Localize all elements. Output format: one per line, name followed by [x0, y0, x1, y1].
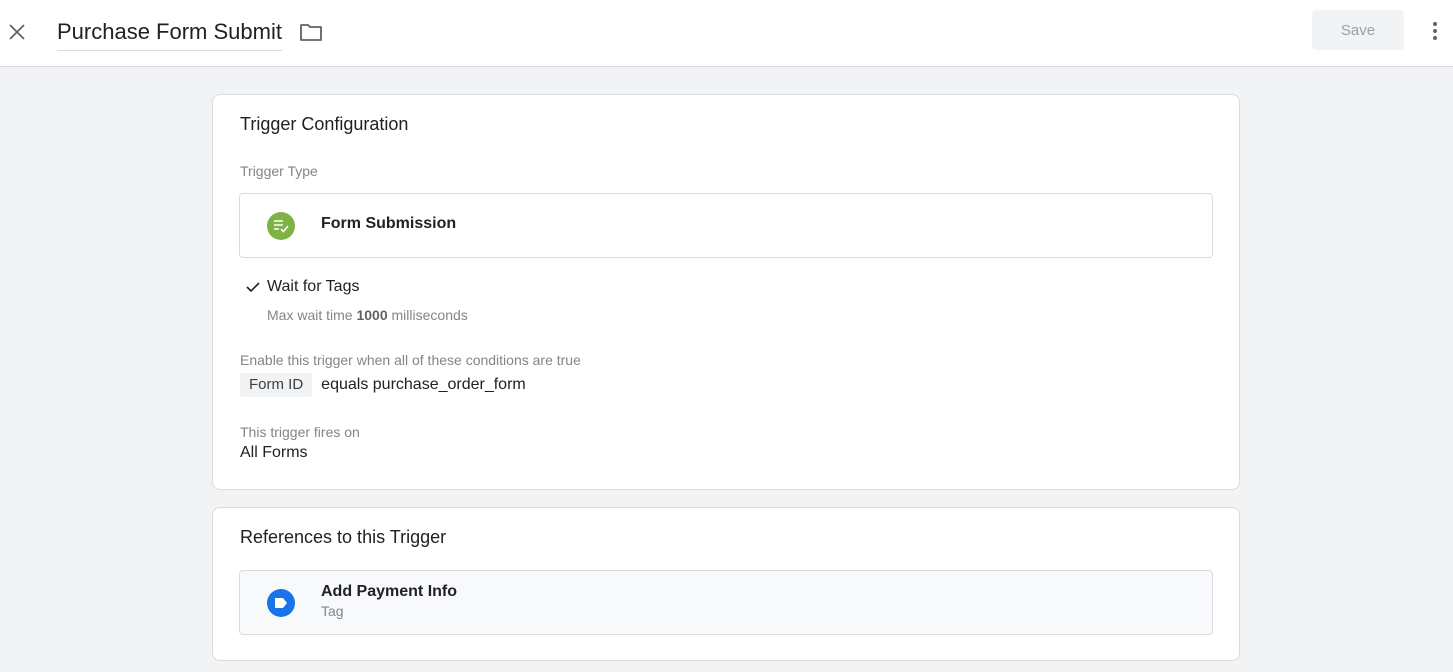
top-bar: Purchase Form Submit Save [0, 0, 1453, 67]
close-button[interactable] [4, 19, 30, 45]
tag-icon [267, 589, 295, 617]
trigger-configuration-card[interactable]: Trigger Configuration Trigger Type Form … [212, 94, 1240, 490]
close-icon [9, 24, 25, 40]
fires-on-label: This trigger fires on [240, 424, 360, 440]
more-vert-icon [1433, 22, 1437, 40]
max-wait-suffix: milliseconds [391, 307, 468, 323]
reference-kind: Tag [321, 603, 344, 619]
references-card: References to this Trigger Add Payment I… [212, 507, 1240, 661]
card-title: Trigger Configuration [240, 114, 409, 134]
form-submission-icon [267, 212, 295, 240]
reference-name: Add Payment Info [321, 583, 458, 600]
condition-row: Form ID equals purchase_order_form [240, 373, 526, 397]
fires-on-value: All Forms [240, 444, 308, 461]
trigger-type-label: Trigger Type [240, 163, 318, 179]
folder-icon [300, 24, 322, 41]
conditions-label: Enable this trigger when all of these co… [240, 352, 581, 368]
condition-text: equals purchase_order_form [321, 376, 526, 393]
folder-button[interactable] [297, 19, 325, 45]
max-wait-prefix: Max wait time [267, 307, 353, 323]
max-wait-value: 1000 [356, 307, 388, 323]
condition-variable-chip: Form ID [240, 373, 313, 397]
more-options-button[interactable] [1423, 17, 1447, 45]
max-wait-text: Max wait time 1000 milliseconds [267, 307, 468, 323]
wait-for-tags-row: Wait for Tags [245, 277, 359, 297]
references-title: References to this Trigger [240, 527, 447, 547]
reference-item[interactable]: Add Payment Info Tag [239, 570, 1213, 635]
trigger-name: Purchase Form Submit [57, 19, 282, 44]
checkmark-icon [246, 282, 260, 293]
save-button[interactable]: Save [1312, 10, 1404, 50]
trigger-name-field[interactable]: Purchase Form Submit [57, 17, 282, 51]
wait-for-tags-label: Wait for Tags [267, 278, 360, 295]
trigger-type-box[interactable]: Form Submission [239, 193, 1213, 258]
trigger-type-name: Form Submission [321, 215, 457, 232]
